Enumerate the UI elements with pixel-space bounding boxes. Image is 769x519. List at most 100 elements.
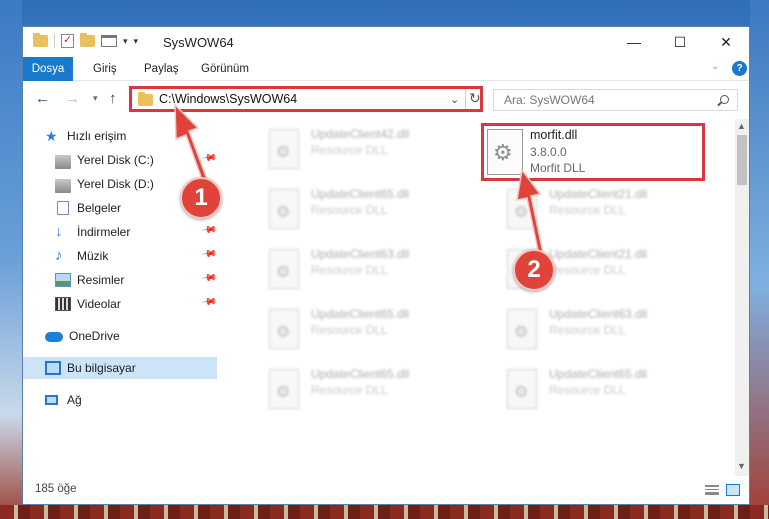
recent-locations-icon[interactable]: ▾ bbox=[93, 93, 98, 104]
minimize-button[interactable]: — bbox=[611, 27, 657, 57]
star-icon: ★ bbox=[45, 128, 58, 144]
list-item[interactable]: UpdateClient65.dll Resource DLL bbox=[237, 179, 467, 239]
network-icon bbox=[45, 395, 58, 405]
properties-icon[interactable] bbox=[61, 33, 74, 48]
tab-view[interactable]: Görünüm bbox=[201, 57, 249, 81]
highlighted-file-morfit[interactable]: morfit.dll 3.8.0.0 Morfit DLL bbox=[481, 123, 705, 181]
new-folder-icon[interactable] bbox=[80, 33, 95, 47]
view-options-icon[interactable] bbox=[101, 35, 117, 47]
pin-icon[interactable]: 📌 bbox=[201, 222, 218, 238]
vertical-scrollbar[interactable]: ▲ ▼ bbox=[735, 119, 749, 476]
step-marker-2: 2 bbox=[513, 249, 555, 291]
tab-home[interactable]: Giriş bbox=[93, 57, 117, 81]
sidebar-item-label: Yerel Disk (D:) bbox=[77, 177, 154, 191]
file-description: Resource DLL bbox=[549, 263, 626, 277]
chevron-down-icon[interactable]: ▾ bbox=[123, 36, 128, 47]
dll-file-icon bbox=[269, 249, 299, 289]
search-box[interactable]: Ara: SysWOW64 bbox=[493, 89, 738, 111]
close-icon: ✕ bbox=[720, 33, 732, 50]
file-name: UpdateClient63.dll bbox=[311, 247, 410, 261]
minimize-icon: — bbox=[627, 34, 641, 50]
sidebar-item-label: Videolar bbox=[77, 297, 121, 311]
dll-file-icon bbox=[269, 129, 299, 169]
dll-file-icon bbox=[507, 189, 537, 229]
help-icon[interactable]: ? bbox=[732, 61, 747, 76]
list-item[interactable]: UpdateClient65.dll Resource DLL bbox=[237, 299, 467, 359]
sidebar-item-this-pc[interactable]: Bu bilgisayar bbox=[23, 357, 217, 379]
explorer-window: ▾ ▾ SysWOW64 — ☐ ✕ Dosya Giriş Paylaş Gö… bbox=[22, 26, 750, 505]
file-description: Resource DLL bbox=[311, 323, 388, 337]
customize-toolbar-icon[interactable]: ▾ bbox=[134, 36, 139, 47]
sidebar-item-label: Bu bilgisayar bbox=[67, 361, 136, 375]
dll-file-icon bbox=[269, 309, 299, 349]
file-name: UpdateClient21.dll bbox=[549, 247, 648, 261]
expand-ribbon-icon[interactable]: ⌄ bbox=[711, 61, 719, 72]
navigation-bar: ← → ▾ ↑ C:\Windows\SysWOW64 ⌄ ↻ Ara: Sys… bbox=[23, 81, 749, 119]
list-item[interactable]: UpdateClient65.dll Resource DLL bbox=[475, 359, 705, 419]
file-list: UpdateClient42.dll Resource DLL UpdateCl… bbox=[217, 119, 735, 476]
disk-icon bbox=[55, 155, 71, 169]
sidebar-item-quick-access[interactable]: ★ Hızlı erişim bbox=[23, 125, 217, 147]
chevron-down-icon[interactable]: ⌄ bbox=[450, 93, 459, 106]
pin-icon[interactable]: 📌 bbox=[201, 270, 218, 286]
dll-file-icon bbox=[269, 369, 299, 409]
computer-icon bbox=[45, 361, 61, 375]
list-item[interactable]: UpdateClient42.dll Resource DLL bbox=[237, 119, 467, 179]
maximize-button[interactable]: ☐ bbox=[657, 27, 703, 57]
sidebar-item-music[interactable]: ♪ Müzik 📌 bbox=[23, 245, 218, 267]
sidebar-item-videos[interactable]: Videolar 📌 bbox=[23, 293, 218, 315]
tab-share[interactable]: Paylaş bbox=[144, 57, 179, 81]
music-icon: ♪ bbox=[55, 247, 63, 264]
quick-access-toolbar: ▾ ▾ bbox=[33, 33, 139, 48]
pin-icon[interactable]: 📌 bbox=[201, 246, 218, 262]
search-input[interactable]: Ara: SysWOW64 bbox=[504, 93, 595, 107]
list-item[interactable]: UpdateClient21.dll Resource DLL bbox=[475, 239, 705, 299]
sidebar-item-label: Yerel Disk (C:) bbox=[77, 153, 154, 167]
cloud-icon bbox=[45, 332, 63, 342]
list-item[interactable]: UpdateClient65.dll Resource DLL bbox=[237, 359, 467, 419]
file-name: UpdateClient65.dll bbox=[549, 367, 648, 381]
step-marker-1: 1 bbox=[180, 177, 222, 219]
scroll-up-icon[interactable]: ▲ bbox=[737, 121, 746, 131]
refresh-icon[interactable]: ↻ bbox=[469, 90, 481, 107]
sidebar-item-label: Müzik bbox=[77, 249, 109, 263]
up-arrow-icon[interactable]: ↑ bbox=[109, 90, 117, 107]
dll-file-icon bbox=[269, 189, 299, 229]
large-icons-view-icon[interactable] bbox=[726, 484, 740, 496]
tab-file[interactable]: Dosya bbox=[23, 57, 73, 81]
address-path[interactable]: C:\Windows\SysWOW64 bbox=[159, 92, 297, 106]
details-view-icon[interactable] bbox=[705, 485, 719, 495]
scrollbar-thumb[interactable] bbox=[737, 135, 747, 185]
file-description: Resource DLL bbox=[311, 383, 388, 397]
title-bar: ▾ ▾ SysWOW64 — ☐ ✕ bbox=[23, 27, 749, 57]
file-description: Resource DLL bbox=[549, 323, 626, 337]
sidebar-item-pictures[interactable]: Resimler 📌 bbox=[23, 269, 218, 291]
sidebar-item-onedrive[interactable]: OneDrive bbox=[23, 325, 217, 347]
list-item[interactable]: UpdateClient63.dll Resource DLL bbox=[475, 299, 705, 359]
forward-arrow-icon[interactable]: → bbox=[65, 90, 80, 107]
desktop-background bbox=[0, 505, 769, 519]
file-description: Resource DLL bbox=[549, 383, 626, 397]
list-item[interactable]: UpdateClient21.dll Resource DLL bbox=[475, 179, 705, 239]
toolbar-separator bbox=[54, 34, 55, 48]
list-item[interactable]: UpdateClient63.dll Resource DLL bbox=[237, 239, 467, 299]
folder-icon[interactable] bbox=[33, 33, 48, 47]
sidebar-item-network[interactable]: Ağ bbox=[23, 389, 217, 411]
dll-file-icon bbox=[507, 369, 537, 409]
sidebar-item-label: Hızlı erişim bbox=[67, 129, 127, 143]
file-name: UpdateClient65.dll bbox=[311, 187, 410, 201]
scroll-down-icon[interactable]: ▼ bbox=[737, 461, 746, 471]
file-description: Resource DLL bbox=[311, 143, 388, 157]
pin-icon[interactable]: 📌 bbox=[201, 294, 218, 310]
disk-icon bbox=[55, 179, 71, 193]
pin-icon[interactable]: 📌 bbox=[201, 150, 218, 166]
file-name: UpdateClient65.dll bbox=[311, 367, 410, 381]
address-bar[interactable]: C:\Windows\SysWOW64 ⌄ ↻ bbox=[129, 86, 483, 112]
sidebar-item-downloads[interactable]: ↓ İndirmeler 📌 bbox=[23, 221, 218, 243]
sidebar-item-local-disk-c[interactable]: Yerel Disk (C:) 📌 bbox=[23, 149, 218, 171]
close-button[interactable]: ✕ bbox=[703, 27, 749, 57]
search-icon[interactable] bbox=[720, 95, 729, 104]
dll-file-icon bbox=[487, 129, 523, 175]
back-arrow-icon[interactable]: ← bbox=[35, 90, 50, 107]
file-name: UpdateClient21.dll bbox=[549, 187, 648, 201]
